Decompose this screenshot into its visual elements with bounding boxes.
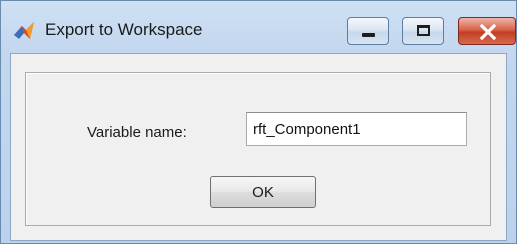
title-bar[interactable]: Export to Workspace (1, 1, 516, 53)
matlab-icon (14, 22, 34, 39)
close-icon (479, 24, 497, 40)
variable-name-label: Variable name: (87, 124, 187, 141)
variable-name-input[interactable] (246, 112, 467, 146)
minimize-icon (362, 33, 375, 37)
minimize-button[interactable] (347, 17, 389, 45)
window-title: Export to Workspace (45, 20, 203, 39)
export-dialog-window: Export to Workspace Variable name: OK (0, 0, 517, 244)
ok-button[interactable]: OK (210, 176, 316, 208)
form-panel: Variable name: OK (25, 72, 491, 226)
dialog-body: Variable name: OK (10, 53, 507, 241)
close-button[interactable] (458, 17, 516, 45)
maximize-button[interactable] (402, 17, 444, 45)
maximize-icon (417, 25, 430, 36)
